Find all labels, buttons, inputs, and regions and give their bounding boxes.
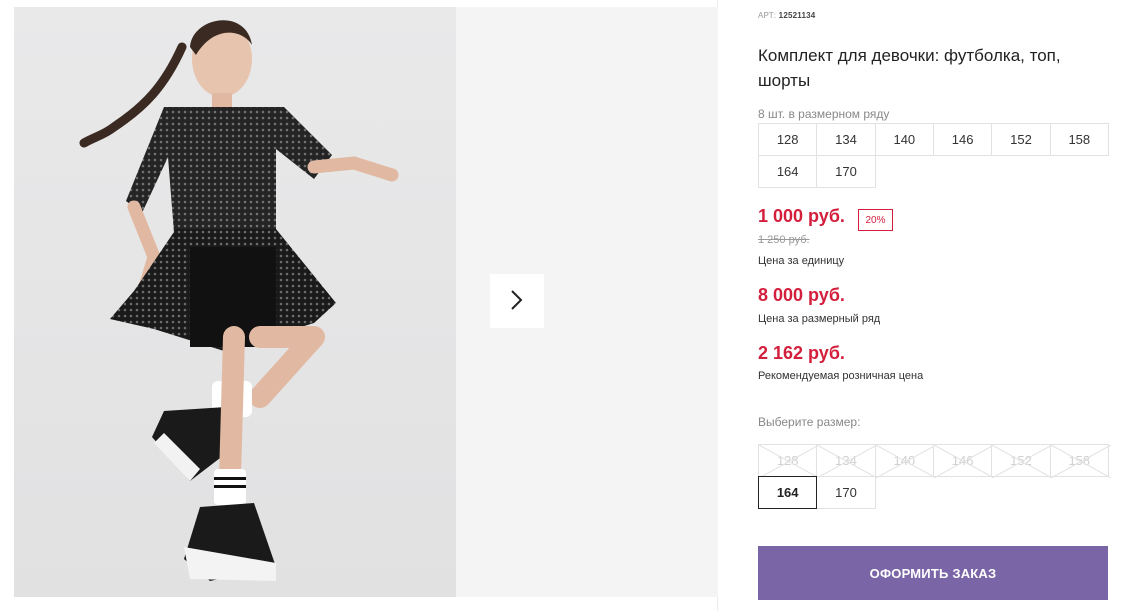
size-option-146: 146 <box>932 444 994 478</box>
size-range-cell: 134 <box>816 123 876 156</box>
size-range-note: 8 шт. в размерном ряду <box>758 107 890 121</box>
size-range-cell: 170 <box>816 155 876 188</box>
sku-label: АРТ: <box>758 11 777 20</box>
range-price: 8 000 руб. <box>758 285 845 305</box>
gallery-next-button[interactable] <box>490 274 544 328</box>
choose-size-label: Выберите размер: <box>758 415 861 429</box>
product-gallery <box>0 0 718 611</box>
chevron-right-icon <box>510 289 524 314</box>
old-price: 1 250 руб. <box>758 234 810 246</box>
size-option-128: 128 <box>758 444 819 478</box>
size-range-cell: 140 <box>874 123 934 156</box>
retail-price-caption: Рекомендуемая розничная цена <box>758 370 924 382</box>
size-option-158: 158 <box>1049 444 1111 478</box>
range-price-caption: Цена за размерный ряд <box>758 313 881 325</box>
size-range-cell: 158 <box>1049 123 1109 156</box>
product-sku: АРТ: 12521134 <box>758 11 815 20</box>
size-range-cell: 146 <box>932 123 993 156</box>
size-option-label: 170 <box>835 485 857 500</box>
size-option-140: 140 <box>874 444 936 478</box>
sku-value: 12521134 <box>778 11 816 20</box>
size-option-170[interactable]: 170 <box>816 476 876 509</box>
size-option-label: 164 <box>776 485 799 500</box>
place-order-button[interactable]: ОФОРМИТЬ ЗАКАЗ <box>758 546 1108 600</box>
unit-price-caption: Цена за единицу <box>758 255 845 267</box>
size-range-cell: 128 <box>758 123 818 156</box>
product-photo <box>14 7 456 597</box>
retail-price: 2 162 руб. <box>758 343 845 363</box>
unit-price: 1 000 руб. <box>758 206 845 226</box>
size-option-164[interactable]: 164 <box>758 476 818 509</box>
size-picker: 128 134 140 146 152 158 164 170 <box>758 444 1114 509</box>
size-range-cell: 152 <box>991 123 1051 156</box>
size-option-152: 152 <box>991 444 1053 478</box>
size-option-134: 134 <box>816 444 878 478</box>
product-title: Комплект для девочки: футболка, топ, шор… <box>758 46 1061 90</box>
size-range-cell: 164 <box>758 155 818 188</box>
discount-badge: 20% <box>858 209 893 231</box>
size-range-grid: 128 134 140 146 152 158 164 170 <box>758 123 1114 188</box>
